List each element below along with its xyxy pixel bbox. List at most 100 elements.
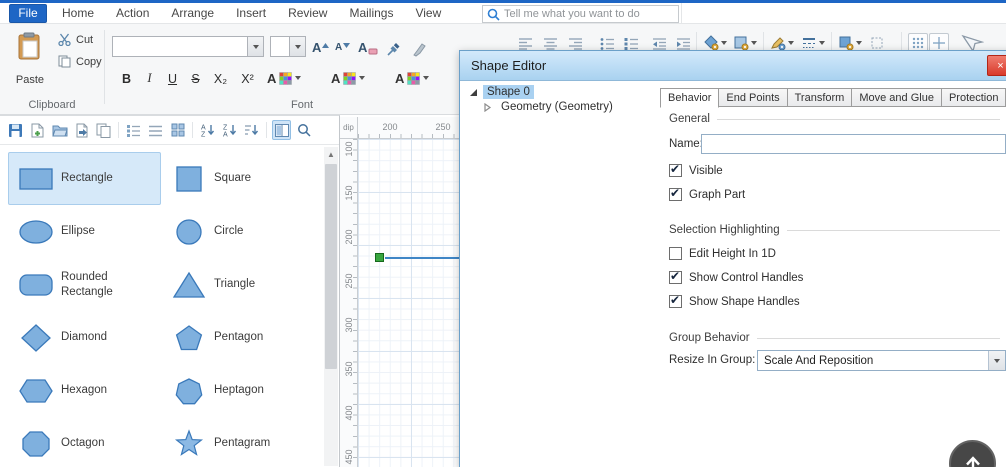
large-icons-view-icon[interactable] [168,120,187,140]
shape-item-hexagon[interactable]: Hexagon [8,364,161,417]
ruler-unit-label: dip [340,117,358,139]
italic-button[interactable]: I [139,68,160,89]
shape-item-rounded-rectangle[interactable]: Rounded Rectangle [8,258,161,311]
graph-part-checkbox-row: Graph Part [669,188,745,201]
menu-action[interactable]: Action [105,3,160,23]
close-button[interactable]: × [987,55,1006,76]
font-name-dropdown-arrow[interactable] [247,37,263,56]
shape-item-ellipse[interactable]: Ellipse [8,205,161,258]
import-icon[interactable] [72,120,91,140]
scroll-up-button[interactable]: ▲ [324,147,338,162]
paste-label: Paste [16,74,44,86]
sort-ascending-icon[interactable]: AZ [198,120,217,140]
file-menu-button[interactable]: File [9,4,47,23]
new-item-icon[interactable] [28,120,47,140]
superscript-button[interactable]: X² [235,68,260,89]
tab-move-and-glue[interactable]: Move and Glue [852,88,942,107]
font-size-combobox[interactable] [270,36,306,57]
dropdown-arrow-icon[interactable] [295,76,301,80]
edit-height-in-1d-checkbox[interactable] [669,247,682,260]
link-endpoint-handle[interactable] [375,253,384,262]
search-icon [487,8,500,21]
brush-icon [412,42,426,57]
tree-item-shape0[interactable]: Shape 0 [469,85,534,99]
collapse-icon[interactable] [469,88,478,97]
shape-item-triangle[interactable]: Triangle [161,258,314,311]
visible-checkbox[interactable] [669,164,682,177]
dropdown-arrow-icon[interactable] [751,41,757,45]
pentagon-icon [170,323,208,353]
show-control-handles-checkbox[interactable] [669,271,682,284]
list-view-icon[interactable] [146,120,165,140]
tab-protection[interactable]: Protection [942,88,1006,107]
paste-button[interactable]: Paste [8,29,52,89]
shape-panel-toolbar: AZ ZA [0,116,339,145]
font-color-picker[interactable]: A [264,67,304,89]
text-background-picker[interactable]: A [392,67,432,89]
underline-button[interactable]: U [162,68,183,89]
search-shapes-icon[interactable] [294,120,313,140]
tab-end-points[interactable]: End Points [719,88,787,107]
tab-behavior[interactable]: Behavior [660,88,719,108]
details-view-icon[interactable] [124,120,143,140]
cut-button[interactable]: Cut [55,30,96,49]
svg-text:A: A [223,132,228,138]
search-input[interactable] [504,8,674,20]
clear-formatting-button[interactable]: A [356,36,380,57]
dropdown-arrow-icon[interactable] [988,351,1005,370]
shape-item-heptagon[interactable]: Heptagon [161,364,314,417]
shape-list-scrollbar[interactable]: ▲ [324,147,338,466]
resize-in-group-dropdown[interactable]: Scale And Reposition [757,350,1006,371]
dropdown-arrow-icon[interactable] [819,41,825,45]
shape-item-circle[interactable]: Circle [161,205,314,258]
duplicate-icon[interactable] [94,120,113,140]
font-size-dropdown-arrow[interactable] [289,37,305,56]
show-shape-handles-checkbox[interactable] [669,295,682,308]
grow-font-button[interactable]: A [310,36,331,57]
shape-item-pentagram[interactable]: Pentagram [161,417,314,467]
shape-item-rectangle[interactable]: Rectangle [8,152,161,205]
bold-button[interactable]: B [116,68,137,89]
dropdown-arrow-icon[interactable] [856,41,862,45]
dropdown-arrow-icon[interactable] [359,76,365,80]
menu-review[interactable]: Review [277,3,338,23]
toolbar-separator [266,122,267,138]
shape-item-octagon[interactable]: Octagon [8,417,161,467]
dropdown-arrow-icon[interactable] [721,41,727,45]
preview-pane-toggle-icon[interactable] [272,120,291,140]
subscript-button[interactable]: X₂ [208,68,233,89]
menu-home[interactable]: Home [51,3,105,23]
tree-item-geometry[interactable]: Geometry (Geometry) [483,100,617,114]
rounded-rectangle-icon [17,270,55,300]
eyedropper-button[interactable] [384,36,402,57]
name-label: Name: [669,138,703,150]
shape-item-pentagon[interactable]: Pentagon [161,311,314,364]
menu-view[interactable]: View [404,3,452,23]
shape-item-diamond[interactable]: Diamond [8,311,161,364]
shape-item-square[interactable]: Square [161,152,314,205]
highlight-color-picker[interactable]: A [328,67,368,89]
font-name-combobox[interactable] [112,36,264,57]
strikethrough-button[interactable]: S [185,68,206,89]
sort-size-icon[interactable] [242,120,261,140]
open-icon[interactable] [50,120,69,140]
dropdown-arrow-icon[interactable] [788,41,794,45]
menu-mailings[interactable]: Mailings [338,3,404,23]
copy-button[interactable]: Copy [55,52,105,71]
sort-descending-icon[interactable]: ZA [220,120,239,140]
group-behavior-section-header: Group Behavior [669,332,1000,344]
menu-arrange[interactable]: Arrange [160,3,225,23]
name-field[interactable] [701,134,1006,154]
scrollbar-thumb[interactable] [325,164,337,369]
shrink-font-button[interactable]: A [333,36,352,57]
selected-link-line[interactable] [385,257,461,259]
graph-part-checkbox[interactable] [669,188,682,201]
tell-me-search-box[interactable] [482,5,679,23]
menu-insert[interactable]: Insert [225,3,277,23]
dropdown-arrow-icon[interactable] [423,76,429,80]
tab-transform[interactable]: Transform [788,88,853,107]
expand-icon[interactable] [483,103,492,112]
dialog-titlebar[interactable]: Shape Editor [460,51,1006,81]
format-painter-button[interactable] [410,36,428,57]
save-icon[interactable] [6,120,25,140]
